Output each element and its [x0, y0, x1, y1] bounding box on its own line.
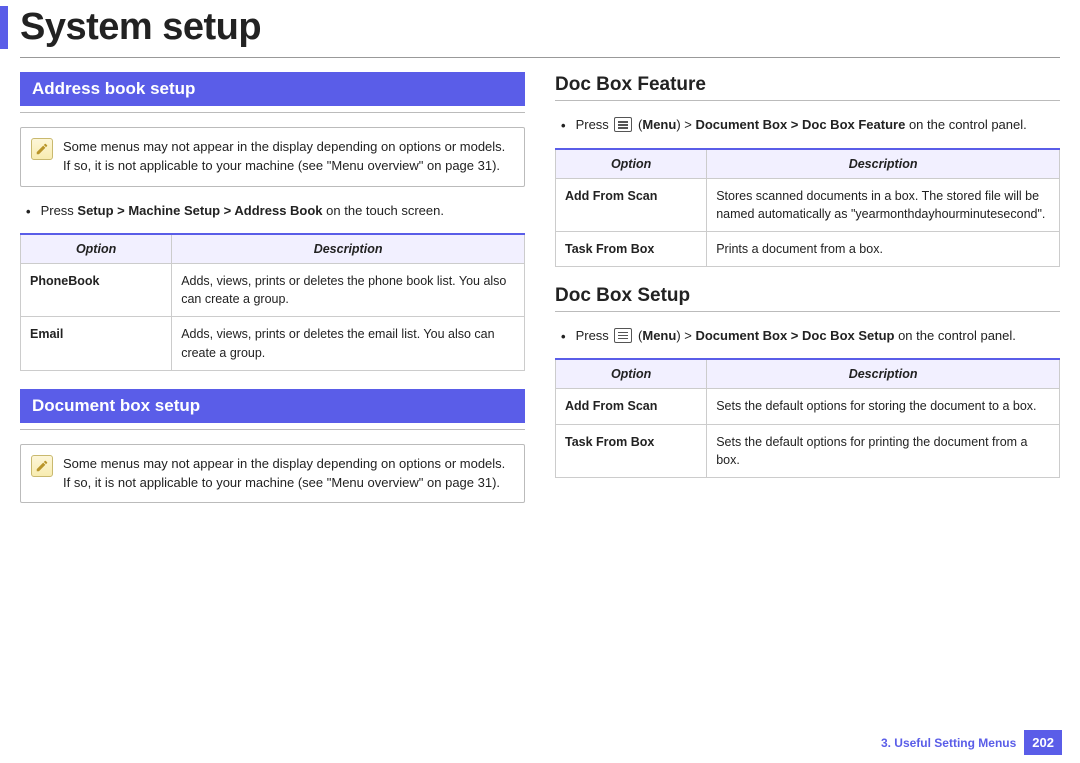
instr-path: Document Box > Doc Box Setup — [695, 328, 894, 343]
th-description: Description — [707, 359, 1060, 389]
instruction-text: Press (Menu) > Document Box > Doc Box Fe… — [576, 115, 1027, 136]
th-description: Description — [707, 149, 1060, 179]
instruction-text: Press (Menu) > Document Box > Doc Box Se… — [576, 326, 1016, 347]
instr-post: on the touch screen. — [323, 203, 444, 218]
opt-desc: Adds, views, prints or deletes the phone… — [172, 264, 525, 317]
section-rule — [20, 429, 525, 430]
footer-page-number: 202 — [1024, 730, 1062, 755]
instr-pre: Press — [576, 117, 613, 132]
address-book-options-table: Option Description PhoneBook Adds, views… — [20, 233, 525, 371]
note-text: Some menus may not appear in the display… — [63, 455, 512, 493]
subheading-doc-box-setup: Doc Box Setup — [555, 285, 1060, 307]
table-row: Task From Box Sets the default options f… — [556, 424, 1060, 477]
bullet-icon: • — [26, 201, 31, 222]
instr-path: Setup > Machine Setup > Address Book — [77, 203, 322, 218]
two-column-layout: Address book setup Some menus may not ap… — [0, 72, 1080, 517]
th-option: Option — [556, 359, 707, 389]
instr-pre: Press — [41, 203, 78, 218]
opt-desc: Prints a document from a box. — [707, 231, 1060, 266]
subheading-doc-box-feature: Doc Box Feature — [555, 74, 1060, 96]
section-header-address-book: Address book setup — [20, 72, 525, 106]
opt-name: Add From Scan — [556, 178, 707, 231]
sub-rule — [555, 311, 1060, 312]
section-header-document-box: Document box setup — [20, 389, 525, 423]
note-pencil-icon — [31, 138, 53, 160]
opt-desc: Sets the default options for storing the… — [707, 389, 1060, 424]
bullet-icon: • — [561, 115, 566, 136]
opt-name: Add From Scan — [556, 389, 707, 424]
instr-post: on the control panel. — [905, 117, 1026, 132]
opt-name: Task From Box — [556, 424, 707, 477]
instr-post: on the control panel. — [894, 328, 1015, 343]
instruction-line: • Press (Menu) > Document Box > Doc Box … — [555, 115, 1060, 136]
note-box: Some menus may not appear in the display… — [20, 444, 525, 504]
instruction-line: • Press Setup > Machine Setup > Address … — [20, 201, 525, 222]
menu-label: Menu — [642, 117, 676, 132]
doc-box-setup-table: Option Description Add From Scan Sets th… — [555, 358, 1060, 477]
table-row: Add From Scan Stores scanned documents i… — [556, 178, 1060, 231]
right-column: Doc Box Feature • Press (Menu) > Documen… — [555, 72, 1060, 517]
bullet-icon: • — [561, 326, 566, 347]
title-rule — [20, 57, 1060, 58]
opt-desc: Adds, views, prints or deletes the email… — [172, 317, 525, 370]
sub-rule — [555, 100, 1060, 101]
left-column: Address book setup Some menus may not ap… — [20, 72, 525, 517]
opt-name: Task From Box — [556, 231, 707, 266]
table-row: Task From Box Prints a document from a b… — [556, 231, 1060, 266]
opt-name: PhoneBook — [21, 264, 172, 317]
page-title-container: System setup — [0, 0, 1080, 53]
page-title: System setup — [20, 6, 261, 49]
menu-icon — [614, 117, 632, 132]
doc-box-feature-table: Option Description Add From Scan Stores … — [555, 148, 1060, 267]
instr-path: Document Box > Doc Box Feature — [695, 117, 905, 132]
footer-chapter: 3. Useful Setting Menus — [881, 736, 1016, 750]
menu-label: Menu — [642, 328, 676, 343]
instr-pre: Press — [576, 328, 613, 343]
note-pencil-icon — [31, 455, 53, 477]
th-option: Option — [21, 234, 172, 264]
note-box: Some menus may not appear in the display… — [20, 127, 525, 187]
page-footer: 3. Useful Setting Menus 202 — [881, 730, 1062, 755]
section-rule — [20, 112, 525, 113]
table-row: Email Adds, views, prints or deletes the… — [21, 317, 525, 370]
opt-desc: Sets the default options for printing th… — [707, 424, 1060, 477]
th-option: Option — [556, 149, 707, 179]
opt-name: Email — [21, 317, 172, 370]
title-accent-bar — [0, 6, 8, 49]
table-row: PhoneBook Adds, views, prints or deletes… — [21, 264, 525, 317]
menu-icon — [614, 328, 632, 343]
th-description: Description — [172, 234, 525, 264]
instruction-text: Press Setup > Machine Setup > Address Bo… — [41, 201, 444, 222]
instruction-line: • Press (Menu) > Document Box > Doc Box … — [555, 326, 1060, 347]
opt-desc: Stores scanned documents in a box. The s… — [707, 178, 1060, 231]
note-text: Some menus may not appear in the display… — [63, 138, 512, 176]
table-row: Add From Scan Sets the default options f… — [556, 389, 1060, 424]
